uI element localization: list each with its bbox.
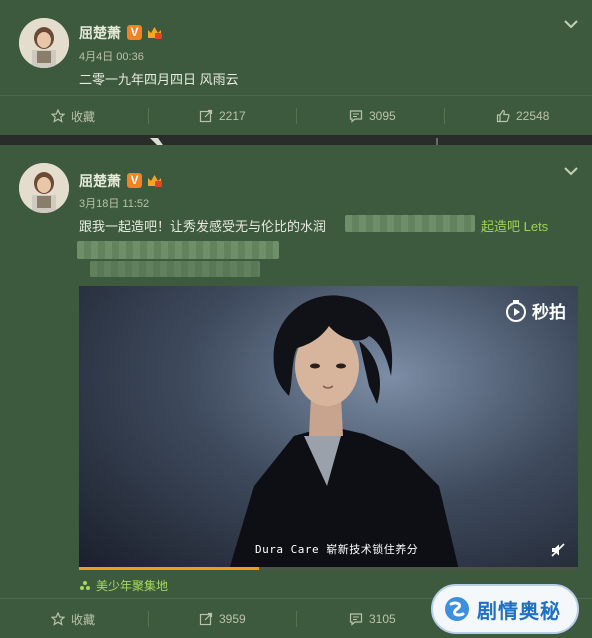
verified-badge: V: [127, 173, 142, 188]
feed-gap: [0, 135, 592, 148]
topic-link[interactable]: 起造吧 Lets: [481, 216, 548, 235]
star-icon: [51, 612, 65, 626]
post-time[interactable]: 4月4日 00:36: [79, 48, 144, 64]
comment-icon: [349, 613, 363, 626]
blurred-text: [90, 261, 260, 277]
video-player[interactable]: 秒拍 Dura Care 崭新技术锁住养分: [79, 286, 578, 570]
avatar[interactable]: [19, 18, 69, 68]
verified-badge: V: [127, 25, 142, 40]
avatar[interactable]: [19, 163, 69, 213]
video-frame: [229, 295, 459, 570]
repost-count: 2217: [219, 109, 246, 123]
miaopai-logo-text: 秒拍: [532, 303, 566, 322]
star-icon: [51, 109, 65, 123]
divider: [296, 611, 297, 627]
blurred-text: [77, 241, 279, 259]
post-time[interactable]: 3月18日 11:52: [79, 195, 149, 211]
post-card-2: 屈楚萧 V 3月18日 11:52 跟我一起造吧！让秀发感受无与伦比的水润 起造…: [0, 145, 592, 638]
watermark-text: 剧情奥秘: [477, 600, 561, 623]
video-progress-bar[interactable]: [79, 567, 578, 570]
favorite-label: 收藏: [71, 612, 96, 627]
post-text: 二零一九年四月四日 风雨云: [79, 72, 239, 87]
source-icon: [80, 580, 90, 590]
repost-button[interactable]: 3959: [199, 599, 246, 638]
comment-button[interactable]: 3095: [349, 96, 396, 136]
author-name[interactable]: 屈楚萧: [79, 23, 121, 43]
watermark-badge: 剧情奥秘: [431, 584, 579, 634]
divider: [444, 108, 445, 124]
miaopai-logo: 秒拍: [504, 298, 566, 323]
video-progress-fill: [79, 567, 259, 570]
repost-icon: [199, 109, 213, 123]
member-badge-icon: [148, 175, 162, 187]
comment-icon: [349, 110, 363, 123]
source-label: 美少年聚集地: [96, 579, 169, 593]
blurred-text: [345, 215, 475, 232]
like-count: 22548: [516, 109, 550, 123]
like-button[interactable]: 22548: [496, 96, 549, 136]
repost-count: 3959: [219, 612, 246, 626]
favorite-button[interactable]: 收藏: [51, 96, 95, 136]
chevron-down-icon[interactable]: [563, 165, 579, 177]
author-name[interactable]: 屈楚萧: [79, 171, 121, 191]
favorite-button[interactable]: 收藏: [51, 599, 95, 638]
divider: [148, 108, 149, 124]
favorite-label: 收藏: [71, 109, 96, 124]
repost-icon: [199, 612, 213, 626]
video-subtitle: Dura Care 崭新技术锁住养分: [255, 543, 419, 556]
like-icon: [496, 109, 510, 123]
source-tag[interactable]: 美少年聚集地: [79, 577, 168, 594]
watermark-logo-icon: [445, 597, 469, 621]
divider: [296, 108, 297, 124]
mute-icon[interactable]: [550, 542, 566, 558]
comment-count: 3105: [369, 612, 396, 626]
divider: [148, 611, 149, 627]
action-bar: 收藏 2217 3095 22548: [0, 95, 592, 135]
member-badge-icon: [148, 27, 162, 39]
comment-button[interactable]: 3105: [349, 599, 396, 638]
repost-button[interactable]: 2217: [199, 96, 246, 136]
chevron-down-icon[interactable]: [563, 18, 579, 30]
comment-count: 3095: [369, 109, 396, 123]
post-card-1: 屈楚萧 V 4月4日 00:36 二零一九年四月四日 风雨云 收藏 2217 3…: [0, 0, 592, 135]
miaopai-logo-icon: [506, 299, 526, 322]
post-text: 跟我一起造吧！让秀发感受无与伦比的水润: [79, 219, 327, 234]
